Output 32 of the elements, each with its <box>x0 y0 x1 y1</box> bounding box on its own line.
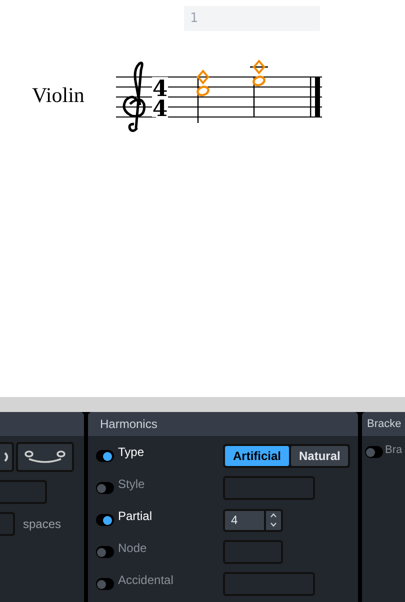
toggle-switch[interactable] <box>365 446 383 458</box>
input-field[interactable] <box>223 572 315 596</box>
unit-label: spaces <box>23 516 62 533</box>
harmonic-note[interactable] <box>196 69 210 96</box>
panel-header: Harmonics <box>88 412 358 436</box>
segment-button[interactable]: Artificial <box>225 446 290 466</box>
toggle-switch[interactable] <box>96 514 114 526</box>
tie-icon <box>24 450 66 464</box>
toggle-switch[interactable] <box>96 578 114 590</box>
slur-icon <box>4 451 10 463</box>
harmonic-note[interactable] <box>250 59 268 86</box>
toggle-switch[interactable] <box>96 546 114 558</box>
barline <box>253 77 255 117</box>
toggle-switch[interactable] <box>96 450 114 462</box>
input-field[interactable] <box>0 480 47 504</box>
treble-clef-icon <box>122 62 146 132</box>
input-field[interactable] <box>223 540 283 564</box>
toggle-switch[interactable] <box>96 482 114 494</box>
input-field[interactable] <box>223 476 315 500</box>
slur-style-button[interactable] <box>16 442 74 472</box>
number-spinner[interactable]: 4 <box>223 508 283 532</box>
property-label: Bra <box>385 443 402 458</box>
instrument-name: Violin <box>32 82 84 108</box>
property-label: Type <box>118 444 144 461</box>
panel-header: Bracke <box>362 412 405 436</box>
segment-button[interactable]: Natural <box>291 446 348 466</box>
property-label: Accidental <box>118 572 174 589</box>
property-label: Style <box>118 476 145 493</box>
final-barline <box>310 77 320 117</box>
property-label: Node <box>118 540 147 557</box>
barline <box>197 77 199 123</box>
property-label: Partial <box>118 508 152 525</box>
